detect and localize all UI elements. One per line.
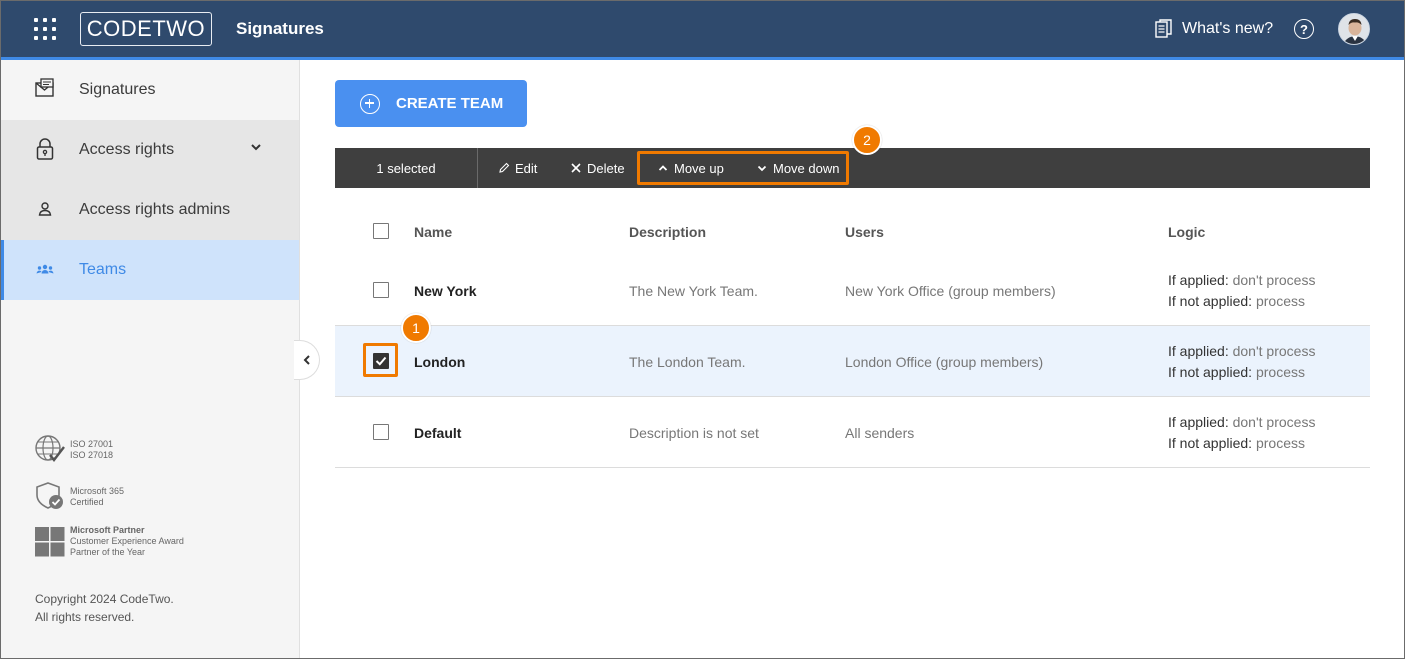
news-icon [1155, 19, 1172, 38]
logic-value: process [1255, 293, 1305, 309]
copyright-line: All rights reserved. [35, 610, 135, 624]
row-checkbox[interactable] [373, 424, 389, 440]
team-users: London Office (group members) [845, 354, 1044, 370]
sidebar-item-label: Access rights admins [79, 201, 231, 218]
microsoft-logo-icon [35, 527, 65, 557]
team-name[interactable]: Default [414, 425, 461, 441]
shield-check-icon [36, 482, 63, 509]
badge-line: Certified [70, 497, 104, 507]
chevron-left-icon [303, 355, 310, 365]
team-logic: If applied: don't process If not applied… [1168, 412, 1315, 454]
badge-line: Microsoft 365 [70, 486, 125, 496]
copyright: Copyright 2024 CodeTwo. All rights reser… [35, 590, 174, 626]
sidebar-item-signatures[interactable]: Signatures [0, 60, 299, 120]
logic-value: process [1255, 364, 1305, 380]
delete-button[interactable]: Delete [570, 148, 625, 188]
sidebar-item-teams[interactable]: Teams [0, 240, 299, 300]
badge-line: ISO 27001 [70, 439, 114, 449]
move-buttons-highlight [637, 151, 849, 185]
sidebar-item-label: Access rights [79, 141, 175, 158]
logic-label: If applied: [1168, 343, 1229, 359]
sidebar-item-label: Signatures [79, 81, 156, 98]
lock-icon [36, 138, 54, 160]
logic-value: don't process [1232, 343, 1316, 359]
selection-toolbar: 1 selected Edit Delete Move up Move down [335, 148, 1370, 188]
signature-icon [35, 78, 54, 97]
team-logic: If applied: don't process If not applied… [1168, 341, 1315, 383]
delete-label: Delete [587, 160, 625, 176]
person-icon [38, 202, 52, 216]
badge-line: Partner of the Year [70, 547, 146, 557]
team-users: New York Office (group members) [845, 283, 1056, 299]
edit-button[interactable]: Edit [498, 148, 537, 188]
sidebar-item-access-rights[interactable]: Access rights [0, 120, 299, 180]
select-all-checkbox[interactable] [373, 223, 389, 239]
globe-check-icon [35, 435, 65, 462]
table-row[interactable]: New York The New York Team. New York Off… [335, 255, 1370, 326]
table-row[interactable]: London The London Team. London Office (g… [335, 326, 1370, 397]
whats-new-link[interactable]: What's new? [1155, 19, 1273, 39]
sidebar-item-access-rights-admins[interactable]: Access rights admins [0, 180, 299, 240]
top-bar: CODETWO Signatures What's new? ? [0, 0, 1405, 57]
active-indicator [0, 240, 4, 300]
logic-label: If not applied: [1168, 435, 1253, 451]
codetwo-logo[interactable]: CODETWO [80, 12, 212, 46]
badge-line: Customer Experience Award [70, 536, 184, 546]
app-title: Signatures [236, 19, 324, 38]
team-description: The London Team. [629, 354, 746, 370]
column-header-description[interactable]: Description [629, 224, 706, 240]
selection-count: 1 selected [335, 148, 478, 188]
create-team-button[interactable]: CREATE TEAM [335, 80, 527, 127]
collapse-sidebar-button[interactable] [294, 340, 320, 380]
callout-badge-1: 1 [401, 313, 431, 343]
column-header-logic[interactable]: Logic [1168, 224, 1205, 240]
chevron-down-icon[interactable] [250, 142, 262, 152]
logic-label: If applied: [1168, 272, 1229, 288]
microsoft-365-badge: Microsoft 365 Certified [34, 480, 124, 512]
team-description: The New York Team. [629, 283, 758, 299]
badge-line: ISO 27018 [70, 450, 114, 460]
pencil-icon [499, 162, 510, 173]
team-name[interactable]: London [414, 354, 465, 370]
table-row[interactable]: Default Description is not set All sende… [335, 397, 1370, 468]
logic-label: If applied: [1168, 414, 1229, 430]
checkbox-highlight [363, 343, 398, 377]
team-logic: If applied: don't process If not applied… [1168, 270, 1315, 312]
iso-badge: ISO 27001 ISO 27018 [34, 433, 113, 465]
help-icon[interactable]: ? [1294, 19, 1314, 39]
close-icon [571, 163, 581, 173]
sidebar: Signatures Access rights Access rights a… [0, 60, 300, 659]
team-users: All senders [845, 425, 915, 441]
logic-value: process [1255, 435, 1305, 451]
logic-value: don't process [1232, 414, 1316, 430]
sidebar-item-label: Teams [79, 261, 127, 278]
copyright-line: Copyright 2024 CodeTwo. [35, 592, 174, 606]
logic-label: If not applied: [1168, 364, 1253, 380]
team-icon [36, 264, 54, 274]
team-description: Description is not set [629, 425, 759, 441]
user-avatar[interactable] [1338, 13, 1370, 45]
column-header-users[interactable]: Users [845, 224, 884, 240]
app-launcher-icon[interactable] [34, 18, 56, 40]
row-checkbox[interactable] [373, 282, 389, 298]
callout-badge-2: 2 [852, 125, 882, 155]
column-header-name[interactable]: Name [414, 224, 452, 240]
logic-value: don't process [1232, 272, 1316, 288]
badge-line: Microsoft Partner [70, 525, 145, 535]
whats-new-label: What's new? [1182, 20, 1274, 37]
microsoft-partner-badge: Microsoft Partner Customer Experience Aw… [34, 525, 184, 558]
team-name[interactable]: New York [414, 283, 477, 299]
plus-circle-icon [360, 93, 380, 114]
create-team-label: CREATE TEAM [396, 95, 504, 112]
edit-label: Edit [515, 160, 538, 176]
logic-label: If not applied: [1168, 293, 1253, 309]
